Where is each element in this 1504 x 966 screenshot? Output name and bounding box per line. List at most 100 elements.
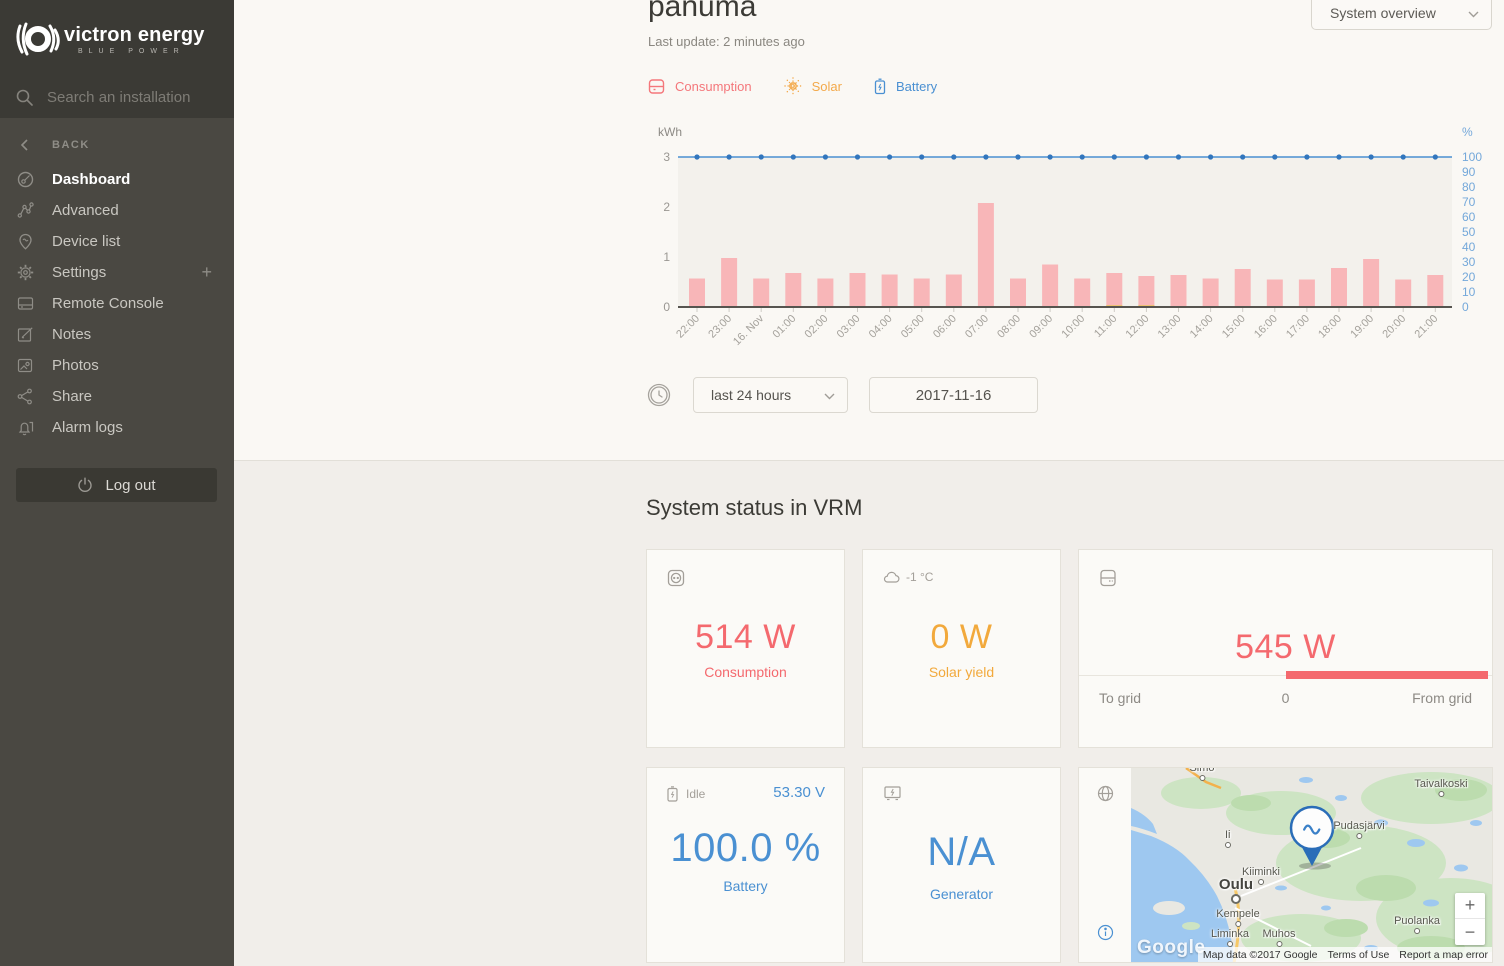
- settings-expand-button[interactable]: +: [201, 262, 212, 283]
- share-icon: [17, 388, 34, 405]
- battery-state: Idle: [667, 786, 705, 802]
- sidebar-item-photos[interactable]: Photos: [0, 350, 234, 381]
- sidebar-item-dashboard[interactable]: Dashboard: [0, 164, 234, 195]
- left-axis-tick: 0: [663, 300, 670, 314]
- sidebar-item-notes[interactable]: Notes: [0, 319, 234, 350]
- legend-consumption[interactable]: Consumption: [648, 78, 752, 95]
- consumption-value: 514 W: [647, 618, 844, 657]
- consumption-bar[interactable]: [1235, 269, 1251, 307]
- right-axis-tick: 30: [1462, 255, 1476, 269]
- zoom-out-button[interactable]: −: [1455, 919, 1485, 945]
- google-map[interactable]: SimoTaivalkoskiIiPudasjärviKiiminkiOuluK…: [1131, 768, 1493, 963]
- info-icon[interactable]: [1097, 924, 1114, 946]
- temp-value: -1 °C: [906, 570, 933, 584]
- battery-label: Battery: [647, 878, 844, 894]
- consumption-bar[interactable]: [817, 279, 833, 308]
- sidebar-item-share[interactable]: Share: [0, 381, 234, 412]
- search-input[interactable]: [47, 89, 217, 106]
- x-axis-label: 08:00: [995, 313, 1023, 341]
- report-map-error-link[interactable]: Report a map error: [1394, 947, 1493, 963]
- back-label: BACK: [52, 139, 90, 151]
- consumption-bar[interactable]: [978, 203, 994, 307]
- consumption-bar[interactable]: [721, 258, 737, 307]
- battery-point[interactable]: [1433, 154, 1438, 159]
- consumption-bar[interactable]: [914, 279, 930, 308]
- battery-point[interactable]: [887, 154, 892, 159]
- logout-button[interactable]: Log out: [16, 468, 217, 502]
- console-icon: [17, 295, 34, 312]
- consumption-bar[interactable]: [753, 279, 769, 308]
- sidebar-item-alarm-logs[interactable]: Alarm logs: [0, 412, 234, 443]
- battery-point[interactable]: [1208, 154, 1213, 159]
- consumption-bar[interactable]: [1074, 279, 1090, 308]
- consumption-bar[interactable]: [850, 273, 866, 307]
- consumption-bar[interactable]: [1106, 273, 1122, 307]
- consumption-bar[interactable]: [1203, 279, 1219, 308]
- battery-icon: [874, 78, 886, 95]
- consumption-bar[interactable]: [785, 273, 801, 307]
- battery-point[interactable]: [1144, 154, 1149, 159]
- left-axis-tick: 1: [663, 250, 670, 264]
- terms-of-use-link[interactable]: Terms of Use: [1322, 947, 1394, 963]
- consumption-bar[interactable]: [1138, 276, 1154, 307]
- consumption-bar[interactable]: [689, 279, 705, 308]
- clock-icon[interactable]: [647, 383, 671, 407]
- consumption-bar[interactable]: [882, 275, 898, 308]
- date-input[interactable]: 2017-11-16: [869, 377, 1038, 413]
- battery-point[interactable]: [759, 154, 764, 159]
- right-axis-tick: 0: [1462, 300, 1469, 314]
- sidebar-item-remote-console[interactable]: Remote Console: [0, 288, 234, 319]
- battery-point[interactable]: [855, 154, 860, 159]
- x-axis-label: 22:00: [674, 313, 702, 341]
- battery-point[interactable]: [1240, 154, 1245, 159]
- consumption-bar[interactable]: [1267, 280, 1283, 308]
- legend-solar[interactable]: Solar: [784, 77, 842, 95]
- sidebar-item-advanced[interactable]: Advanced: [0, 195, 234, 226]
- chevron-down-icon: [1468, 5, 1479, 21]
- consumption-bar[interactable]: [1363, 259, 1379, 307]
- battery-point[interactable]: [951, 154, 956, 159]
- outlet-icon: [667, 569, 685, 587]
- sidebar-item-label: Dashboard: [52, 171, 130, 188]
- consumption-bar[interactable]: [1299, 280, 1315, 308]
- battery-point[interactable]: [791, 154, 796, 159]
- consumption-bar[interactable]: [1331, 268, 1347, 307]
- battery-point[interactable]: [1401, 154, 1406, 159]
- installation-search[interactable]: [0, 76, 234, 118]
- logout-label: Log out: [105, 477, 155, 494]
- battery-point[interactable]: [1080, 154, 1085, 159]
- battery-point[interactable]: [1015, 154, 1020, 159]
- back-button[interactable]: BACK: [0, 132, 234, 158]
- right-axis-tick: 10: [1462, 285, 1476, 299]
- consumption-bar[interactable]: [946, 275, 962, 308]
- view-selector-dropdown[interactable]: System overview: [1311, 0, 1492, 30]
- battery-point[interactable]: [1336, 154, 1341, 159]
- battery-point[interactable]: [1304, 154, 1309, 159]
- range-selector-dropdown[interactable]: last 24 hours: [693, 377, 848, 413]
- battery-point[interactable]: [1112, 154, 1117, 159]
- sidebar-item-settings[interactable]: Settings +: [0, 257, 234, 288]
- consumption-bar[interactable]: [1042, 265, 1058, 308]
- brand-subtitle: BLUE POWER: [78, 48, 205, 55]
- battery-point[interactable]: [983, 154, 988, 159]
- consumption-bar[interactable]: [1427, 275, 1443, 307]
- legend-label: Battery: [896, 79, 937, 94]
- consumption-chart[interactable]: kWh%0123010203040506070809010022:0023:00…: [642, 118, 1504, 359]
- google-logo[interactable]: Google: [1137, 937, 1205, 959]
- consumption-bar[interactable]: [1171, 275, 1187, 307]
- battery-point[interactable]: [694, 154, 699, 159]
- consumption-bar[interactable]: [1010, 279, 1026, 308]
- x-axis-label: 06:00: [931, 313, 959, 341]
- battery-point[interactable]: [823, 154, 828, 159]
- battery-point[interactable]: [1176, 154, 1181, 159]
- battery-point[interactable]: [1272, 154, 1277, 159]
- sidebar-item-device-list[interactable]: Device list: [0, 226, 234, 257]
- battery-point[interactable]: [919, 154, 924, 159]
- legend-battery[interactable]: Battery: [874, 78, 937, 95]
- consumption-bar[interactable]: [1395, 280, 1411, 308]
- battery-point[interactable]: [1369, 154, 1374, 159]
- zoom-in-button[interactable]: +: [1455, 893, 1485, 919]
- battery-point[interactable]: [1048, 154, 1053, 159]
- battery-point[interactable]: [727, 154, 732, 159]
- consumption-label: Consumption: [647, 664, 844, 680]
